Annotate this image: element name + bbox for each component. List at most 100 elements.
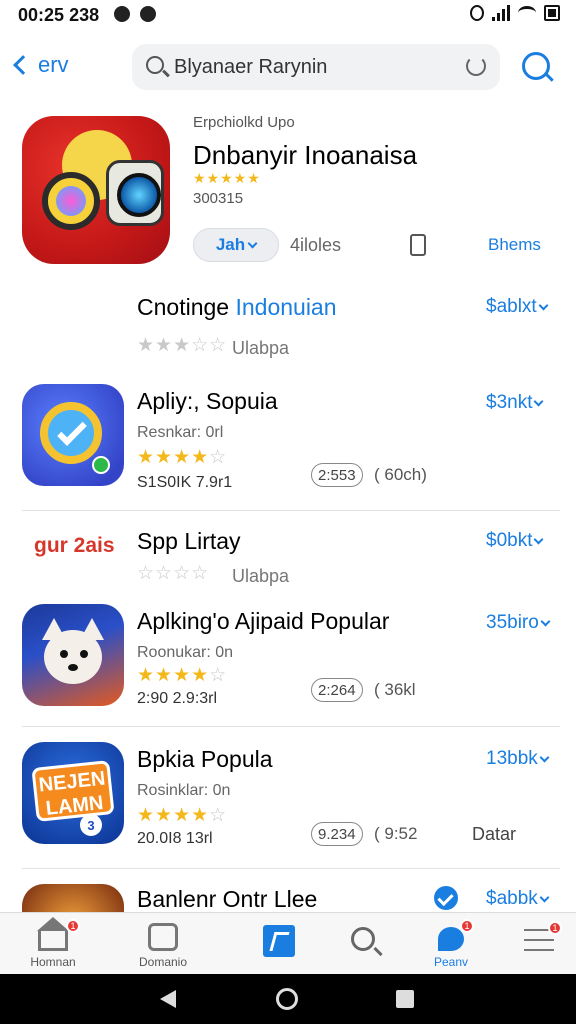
tab-games[interactable]: Domanio [118, 913, 208, 975]
signal-icon [492, 5, 510, 21]
rating-label: Ulabpa [232, 566, 290, 586]
app-size: ( 9:52 [374, 824, 418, 843]
notification-badge: 1 [548, 921, 562, 935]
back-label: erv [38, 52, 69, 77]
tab-home[interactable]: Homnan 1 [8, 913, 98, 975]
status-bar: 00:25 238 [0, 0, 576, 30]
chevron-down-icon [539, 752, 550, 762]
camera-icon [42, 172, 100, 230]
chevron-down-icon [540, 616, 551, 626]
star-rating: ★★★☆☆ [137, 335, 228, 356]
divider [22, 510, 560, 511]
list-item-title[interactable]: Banlenr Ontr Llee [137, 886, 317, 912]
system-navigation [0, 974, 576, 1024]
price-button[interactable]: $0bkt [486, 530, 544, 552]
battery-icon [544, 5, 560, 21]
price-button[interactable]: $abbk [486, 888, 550, 910]
alarm-icon [470, 5, 484, 21]
header: erv Blyanaer Rarynin [0, 38, 576, 98]
apps-icon [263, 925, 295, 957]
star-rating: ★★★★☆ [137, 665, 228, 686]
list-item[interactable]: Banlenr Ontr Llee $abbk [0, 884, 576, 912]
chevron-left-icon [13, 55, 33, 75]
tab-menu[interactable]: 1 [494, 913, 576, 975]
featured-app[interactable]: Erpchiolkd Upo Dnbanyir Inoanaisa ★★★★★ … [0, 108, 576, 278]
list-item-subtitle: Rosinklar: 0n [137, 782, 231, 799]
search-icon [351, 927, 375, 951]
search-input[interactable]: Blyanaer Rarynin [132, 44, 500, 90]
app-size: ( 36kl [374, 680, 416, 699]
get-label: Jah [215, 235, 246, 254]
list-item-title[interactable]: Aplking'o Ajipaid Popular [137, 608, 389, 635]
list-item-info: 20.0I8 13rl [137, 830, 213, 847]
back-icon[interactable] [160, 990, 176, 1008]
list-item-subtitle: Roonukar: 0n [137, 644, 234, 661]
list-item-title[interactable]: Bpkia Popula [137, 746, 273, 773]
bottom-tab-bar: Homnan 1 Domanio Peanv 1 1 [0, 912, 576, 974]
price-button[interactable]: $ablxt [486, 296, 549, 318]
price-button[interactable]: 13bbk [486, 748, 550, 770]
star-rating: ★★★★★ [193, 170, 261, 186]
search-icon [146, 56, 164, 74]
rating-count: 300315 [193, 190, 244, 207]
list-item-info: 2:90 2.9:3rl [137, 690, 218, 707]
get-button[interactable]: Jah [193, 228, 279, 262]
version-pill: 2:553 [311, 463, 363, 487]
price-button[interactable]: 35biro [486, 612, 551, 634]
star-rating: ★★★★☆ [137, 805, 228, 826]
home-icon [37, 917, 69, 951]
rating-label: Ulabpa [232, 338, 290, 358]
app-title[interactable]: Dnbanyir Inoanaisa [193, 140, 417, 171]
camera-icon [106, 160, 164, 226]
divider [22, 868, 560, 869]
app-icon[interactable] [22, 116, 170, 264]
recent-apps-icon[interactable] [396, 990, 414, 1008]
chevron-down-icon [539, 892, 550, 902]
star-rating: ★★★★☆ [137, 447, 228, 468]
list-item-title[interactable]: Cnotinge Indonuian [137, 294, 337, 321]
app-developer: Erpchiolkd Upo [193, 114, 295, 131]
chat-icon [438, 927, 464, 951]
chevron-down-icon [538, 300, 549, 310]
app-icon[interactable] [22, 384, 124, 486]
notification-icon [140, 6, 156, 22]
home-button-icon[interactable] [276, 988, 298, 1010]
tab-apps[interactable] [234, 913, 324, 975]
status-time: 00:25 238 [18, 5, 100, 25]
news-icon: NEJEN LAMN [31, 760, 115, 822]
list-item-subtitle: Resnkar: 0rl [137, 424, 224, 441]
details-link[interactable]: Bhems [488, 235, 541, 255]
app-size: ( 60ch) [374, 465, 427, 484]
star-rating: ☆☆☆☆ [137, 563, 210, 584]
notification-badge: 1 [460, 919, 474, 933]
price-button[interactable]: $3nkt [486, 392, 544, 414]
notification-badge: 1 [66, 919, 80, 933]
list-item-info: S1S0IK 7.9r1 [137, 474, 233, 491]
app-icon[interactable] [22, 884, 124, 912]
dog-icon [44, 630, 102, 684]
device-icon [410, 234, 426, 256]
status-icons [470, 5, 560, 21]
date-label: Datar [472, 824, 517, 844]
divider [22, 726, 560, 727]
tab-updates[interactable]: Peanv 1 [406, 913, 496, 975]
chevron-down-icon [247, 238, 258, 248]
search-button[interactable] [522, 52, 550, 80]
brand-logo: gur 2ais [34, 534, 115, 557]
list-item-title[interactable]: Spp Lirtay [137, 528, 241, 555]
app-meta: 4iloles [290, 235, 342, 255]
verified-icon [434, 886, 458, 910]
games-icon [148, 923, 178, 951]
back-button[interactable]: erv [13, 52, 69, 78]
wifi-icon [518, 6, 536, 20]
app-icon[interactable]: NEJEN LAMN 3 [22, 742, 124, 844]
search-text: Blyanaer Rarynin [174, 56, 328, 78]
version-pill: 2:264 [311, 678, 363, 702]
app-icon[interactable] [22, 604, 124, 706]
notification-icon [114, 6, 130, 22]
refresh-icon[interactable] [466, 56, 486, 76]
chevron-down-icon [534, 534, 544, 544]
tab-search[interactable] [318, 913, 408, 975]
version-pill: 9.234 [311, 822, 363, 846]
list-item-title[interactable]: Apliy:, Sopuia [137, 388, 278, 415]
